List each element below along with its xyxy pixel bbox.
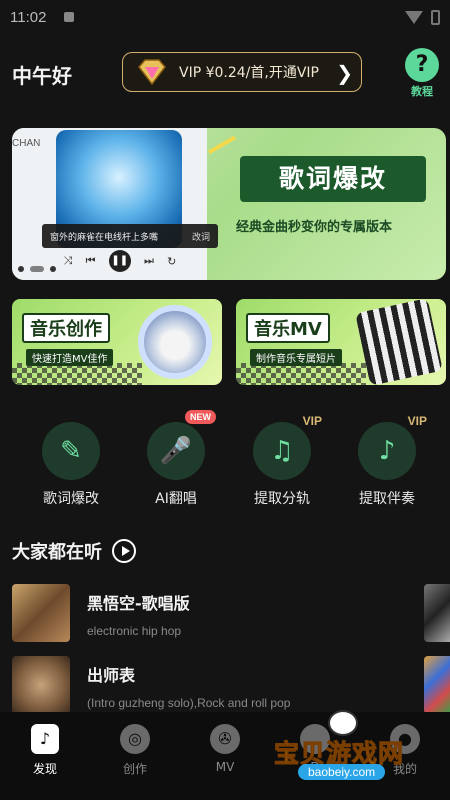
music-note-icon: ♪ (31, 724, 59, 754)
feature-shortcuts: ✎ 歌词爆改 NEW 🎤 AI翻唱 VIP ♫ 提取分轨 VIP ♪ 提取伴奏 (0, 410, 450, 512)
pen-icon: ✎ (60, 436, 82, 466)
nav-label: 创作 (122, 762, 147, 776)
checker-decoration (12, 363, 142, 385)
note-split-icon: ♫ (270, 436, 294, 466)
music-mv-card[interactable]: 音乐MV 制作音乐专属短片 (236, 299, 446, 385)
song-name: 出师表 (87, 666, 136, 685)
feature-ai-cover[interactable]: NEW 🎤 AI翻唱 (136, 410, 216, 508)
next-icon: ⏭ (143, 254, 154, 267)
chevron-right-icon: ❯ (336, 61, 353, 85)
mic-ai-icon: 🎤 (159, 436, 193, 466)
film-reel-icon: ✇ (210, 724, 240, 754)
nav-label: 发现 (32, 762, 57, 776)
feature-label: AI翻唱 (155, 491, 197, 507)
song-cover (12, 584, 70, 642)
feature-stem-split[interactable]: VIP ♫ 提取分轨 (242, 414, 322, 508)
section-title: 大家都在听 (12, 542, 102, 563)
tutorial-label: 教程 (411, 85, 433, 98)
pagination-dot-active (30, 266, 44, 272)
song-cover-peek[interactable] (424, 656, 450, 714)
watermark: 宝贝游戏网 baobeiy.com (273, 710, 424, 790)
song-item[interactable]: 出师表 (Intro guzheng solo),Rock and roll p… (12, 656, 450, 716)
play-all-icon[interactable] (112, 539, 136, 563)
promo-banner[interactable]: CHAN 窗外的麻雀在电线杆上多嘴 改词 ⤨ ⏮ ❚❚ ⏭ ↻ 歌词爆改 经典金… (12, 128, 446, 280)
checker-decoration (236, 363, 366, 385)
banner-player-controls: ⤨ ⏮ ❚❚ ⏭ ↻ (57, 250, 183, 272)
wifi-icon (405, 10, 423, 24)
pause-icon: ❚❚ (108, 250, 131, 272)
feature-label: 歌词爆改 (43, 491, 99, 507)
feature-icon-circle: ✎ (42, 422, 100, 480)
pagination-dot (18, 266, 24, 272)
tutorial-button[interactable]: ? 教程 (402, 48, 442, 99)
battery-icon (431, 9, 440, 25)
question-icon: ? (405, 48, 439, 82)
card-title: 音乐MV (246, 313, 330, 343)
feature-icon-circle: ♫ (253, 422, 311, 480)
banner-pagination (18, 266, 56, 272)
greeting-text: 中午好 (12, 64, 72, 88)
feature-accompaniment[interactable]: VIP ♪ 提取伴奏 (347, 414, 427, 508)
song-tags: electronic hip hop (87, 624, 182, 638)
feature-label: 提取伴奏 (359, 491, 415, 507)
song-tags: (Intro guzheng solo),Rock and roll pop (87, 696, 291, 710)
music-creation-card[interactable]: 音乐创作 快速打造MV佳作 (12, 299, 222, 385)
vip-diamond-icon (138, 59, 166, 86)
nav-discover[interactable]: ♪ 发现 (0, 712, 90, 800)
nav-label: MV (215, 760, 235, 774)
banner-corner-text: CHAN (12, 138, 41, 149)
song-cover-peek[interactable] (424, 584, 450, 642)
card-subtitle: 快速打造MV佳作 (26, 349, 114, 366)
card-title: 音乐创作 (22, 313, 110, 343)
card-subtitle: 制作音乐专属短片 (250, 349, 342, 366)
song-name: 黑悟空-歌唱版 (87, 594, 190, 613)
repeat-icon: ↻ (167, 254, 177, 268)
vip-promo-button[interactable]: VIP ¥0.24/首,开通VIP ❯ (122, 52, 362, 92)
popular-section-header: 大家都在听 (12, 538, 136, 564)
status-time: 11:02 (10, 8, 47, 26)
banner-sparkle-decoration (208, 135, 242, 165)
headphones-icon (138, 305, 212, 379)
vip-promo-text: VIP ¥0.24/首,开通VIP (179, 65, 319, 81)
status-bar: 11:02 (0, 0, 450, 34)
feature-icon-circle: 🎤 (147, 422, 205, 480)
pagination-dot (50, 266, 56, 272)
banner-subtitle: 经典金曲秒变你的专属版本 (236, 220, 393, 235)
header: 中午好 VIP ¥0.24/首,开通VIP ❯ ? 教程 (0, 48, 450, 98)
shuffle-icon: ⤨ (63, 254, 73, 267)
guitar-icon: ♪ (378, 436, 396, 466)
nav-create[interactable]: ◎ 创作 (90, 712, 180, 800)
banner-lyric-text: 窗外的麻雀在电线杆上多嘴 (50, 232, 159, 243)
watermark-url: baobeiy.com (298, 764, 386, 780)
banner-lyric-chip: 窗外的麻雀在电线杆上多嘴 改词 (42, 224, 218, 248)
previous-icon: ⏮ (85, 254, 96, 267)
song-item[interactable]: 黑悟空-歌唱版 electronic hip hop (12, 584, 450, 644)
feature-icon-circle: ♪ (358, 422, 416, 480)
disc-icon: ◎ (120, 724, 150, 754)
nav-mv[interactable]: ✇ MV (180, 712, 270, 800)
clapperboard-icon (355, 299, 443, 385)
feature-label: 提取分轨 (254, 491, 310, 507)
banner-edit-label: 改词 (191, 232, 210, 243)
notification-icon (64, 12, 75, 22)
song-cover (12, 656, 70, 714)
banner-title: 歌词爆改 (240, 156, 426, 202)
feature-lyric-remix[interactable]: ✎ 歌词爆改 (31, 422, 111, 508)
watermark-mascot-icon (328, 710, 358, 736)
